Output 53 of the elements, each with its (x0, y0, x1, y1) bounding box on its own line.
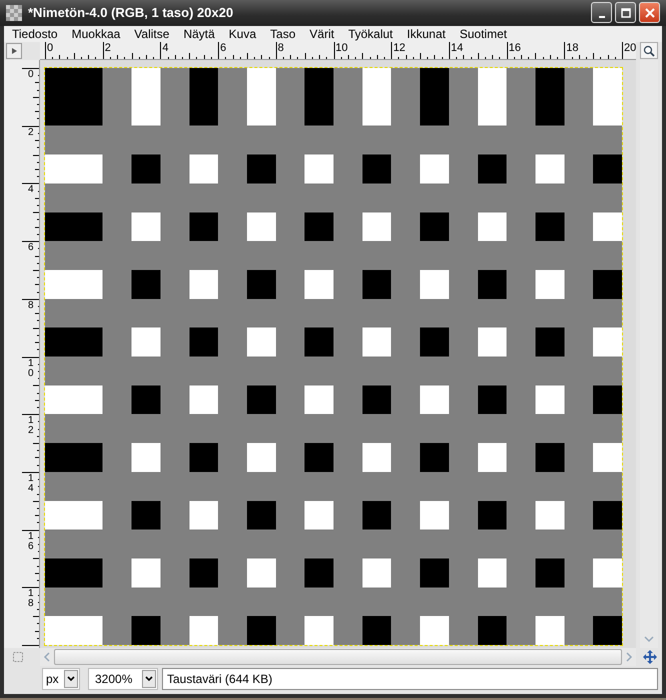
checkerboard-icon (6, 4, 22, 21)
menu-item[interactable]: Valitse (134, 26, 170, 41)
ruler-label: 4 (162, 42, 169, 54)
window-title: *Nimetön-4.0 (RGB, 1 taso) 20x20 (28, 5, 234, 20)
selection-icon[interactable] (12, 651, 24, 663)
ruler-label: 16 (508, 42, 521, 54)
menu-item[interactable]: Kuva (228, 26, 256, 41)
search-icon (643, 44, 655, 56)
menu-item[interactable]: Muokkaa (72, 26, 120, 41)
caret-icon (145, 676, 153, 682)
menu-item[interactable]: Työkalut (348, 26, 393, 41)
ruler-label: 14 (450, 42, 464, 54)
menu-item[interactable]: Taso (270, 26, 296, 41)
scrollbar-thumb[interactable] (54, 649, 622, 665)
ruler-label: 6 (220, 42, 226, 54)
vertical-scrollbar[interactable] (640, 60, 658, 648)
ruler-label: 12 (393, 42, 406, 54)
ruler-label: 18 (566, 42, 579, 54)
ruler-label: 16 (28, 532, 38, 552)
ruler-label: 0 (28, 70, 38, 80)
navigate-icon[interactable] (642, 649, 658, 665)
caret-icon (67, 676, 75, 682)
close-icon (644, 8, 654, 18)
menu-arrow-button[interactable] (6, 43, 22, 59)
menu-item[interactable]: Suotimet (460, 26, 507, 41)
menu-item[interactable]: Näytä (183, 26, 215, 41)
status-message: Taustaväri (644 KB) (162, 668, 658, 690)
maximize-icon (620, 8, 630, 18)
zoom-dropdown[interactable]: 3200% (88, 668, 158, 690)
zoom-button[interactable] (640, 42, 658, 59)
scroll-left-icon[interactable] (42, 651, 52, 663)
close-button[interactable] (639, 2, 660, 24)
ruler-label: 8 (278, 42, 284, 54)
maximize-button[interactable] (615, 2, 636, 24)
ruler-label: 20 (624, 42, 636, 54)
ruler-label: 6 (28, 243, 38, 254)
ruler-label: 2 (104, 42, 111, 54)
triangle-icon (10, 47, 18, 55)
ruler-label: 14 (28, 474, 38, 494)
ruler-label: 18 (28, 589, 38, 610)
ruler-label: 0 (47, 42, 54, 54)
minimize-button[interactable] (591, 2, 612, 24)
menu-item[interactable]: Tiedosto (12, 26, 58, 41)
ruler-label: 10 (28, 358, 38, 378)
menu-item[interactable]: Ikkunat (406, 26, 446, 41)
ruler-label: 2 (28, 128, 38, 138)
scroll-right-icon[interactable] (624, 651, 634, 663)
horizontal-scrollbar[interactable] (40, 648, 636, 666)
unit-dropdown[interactable]: px (42, 668, 80, 690)
menu-item[interactable]: Värit (310, 26, 334, 41)
minimize-icon (598, 16, 604, 18)
ruler-label: 8 (28, 300, 38, 311)
ruler-label: 10 (336, 42, 348, 54)
